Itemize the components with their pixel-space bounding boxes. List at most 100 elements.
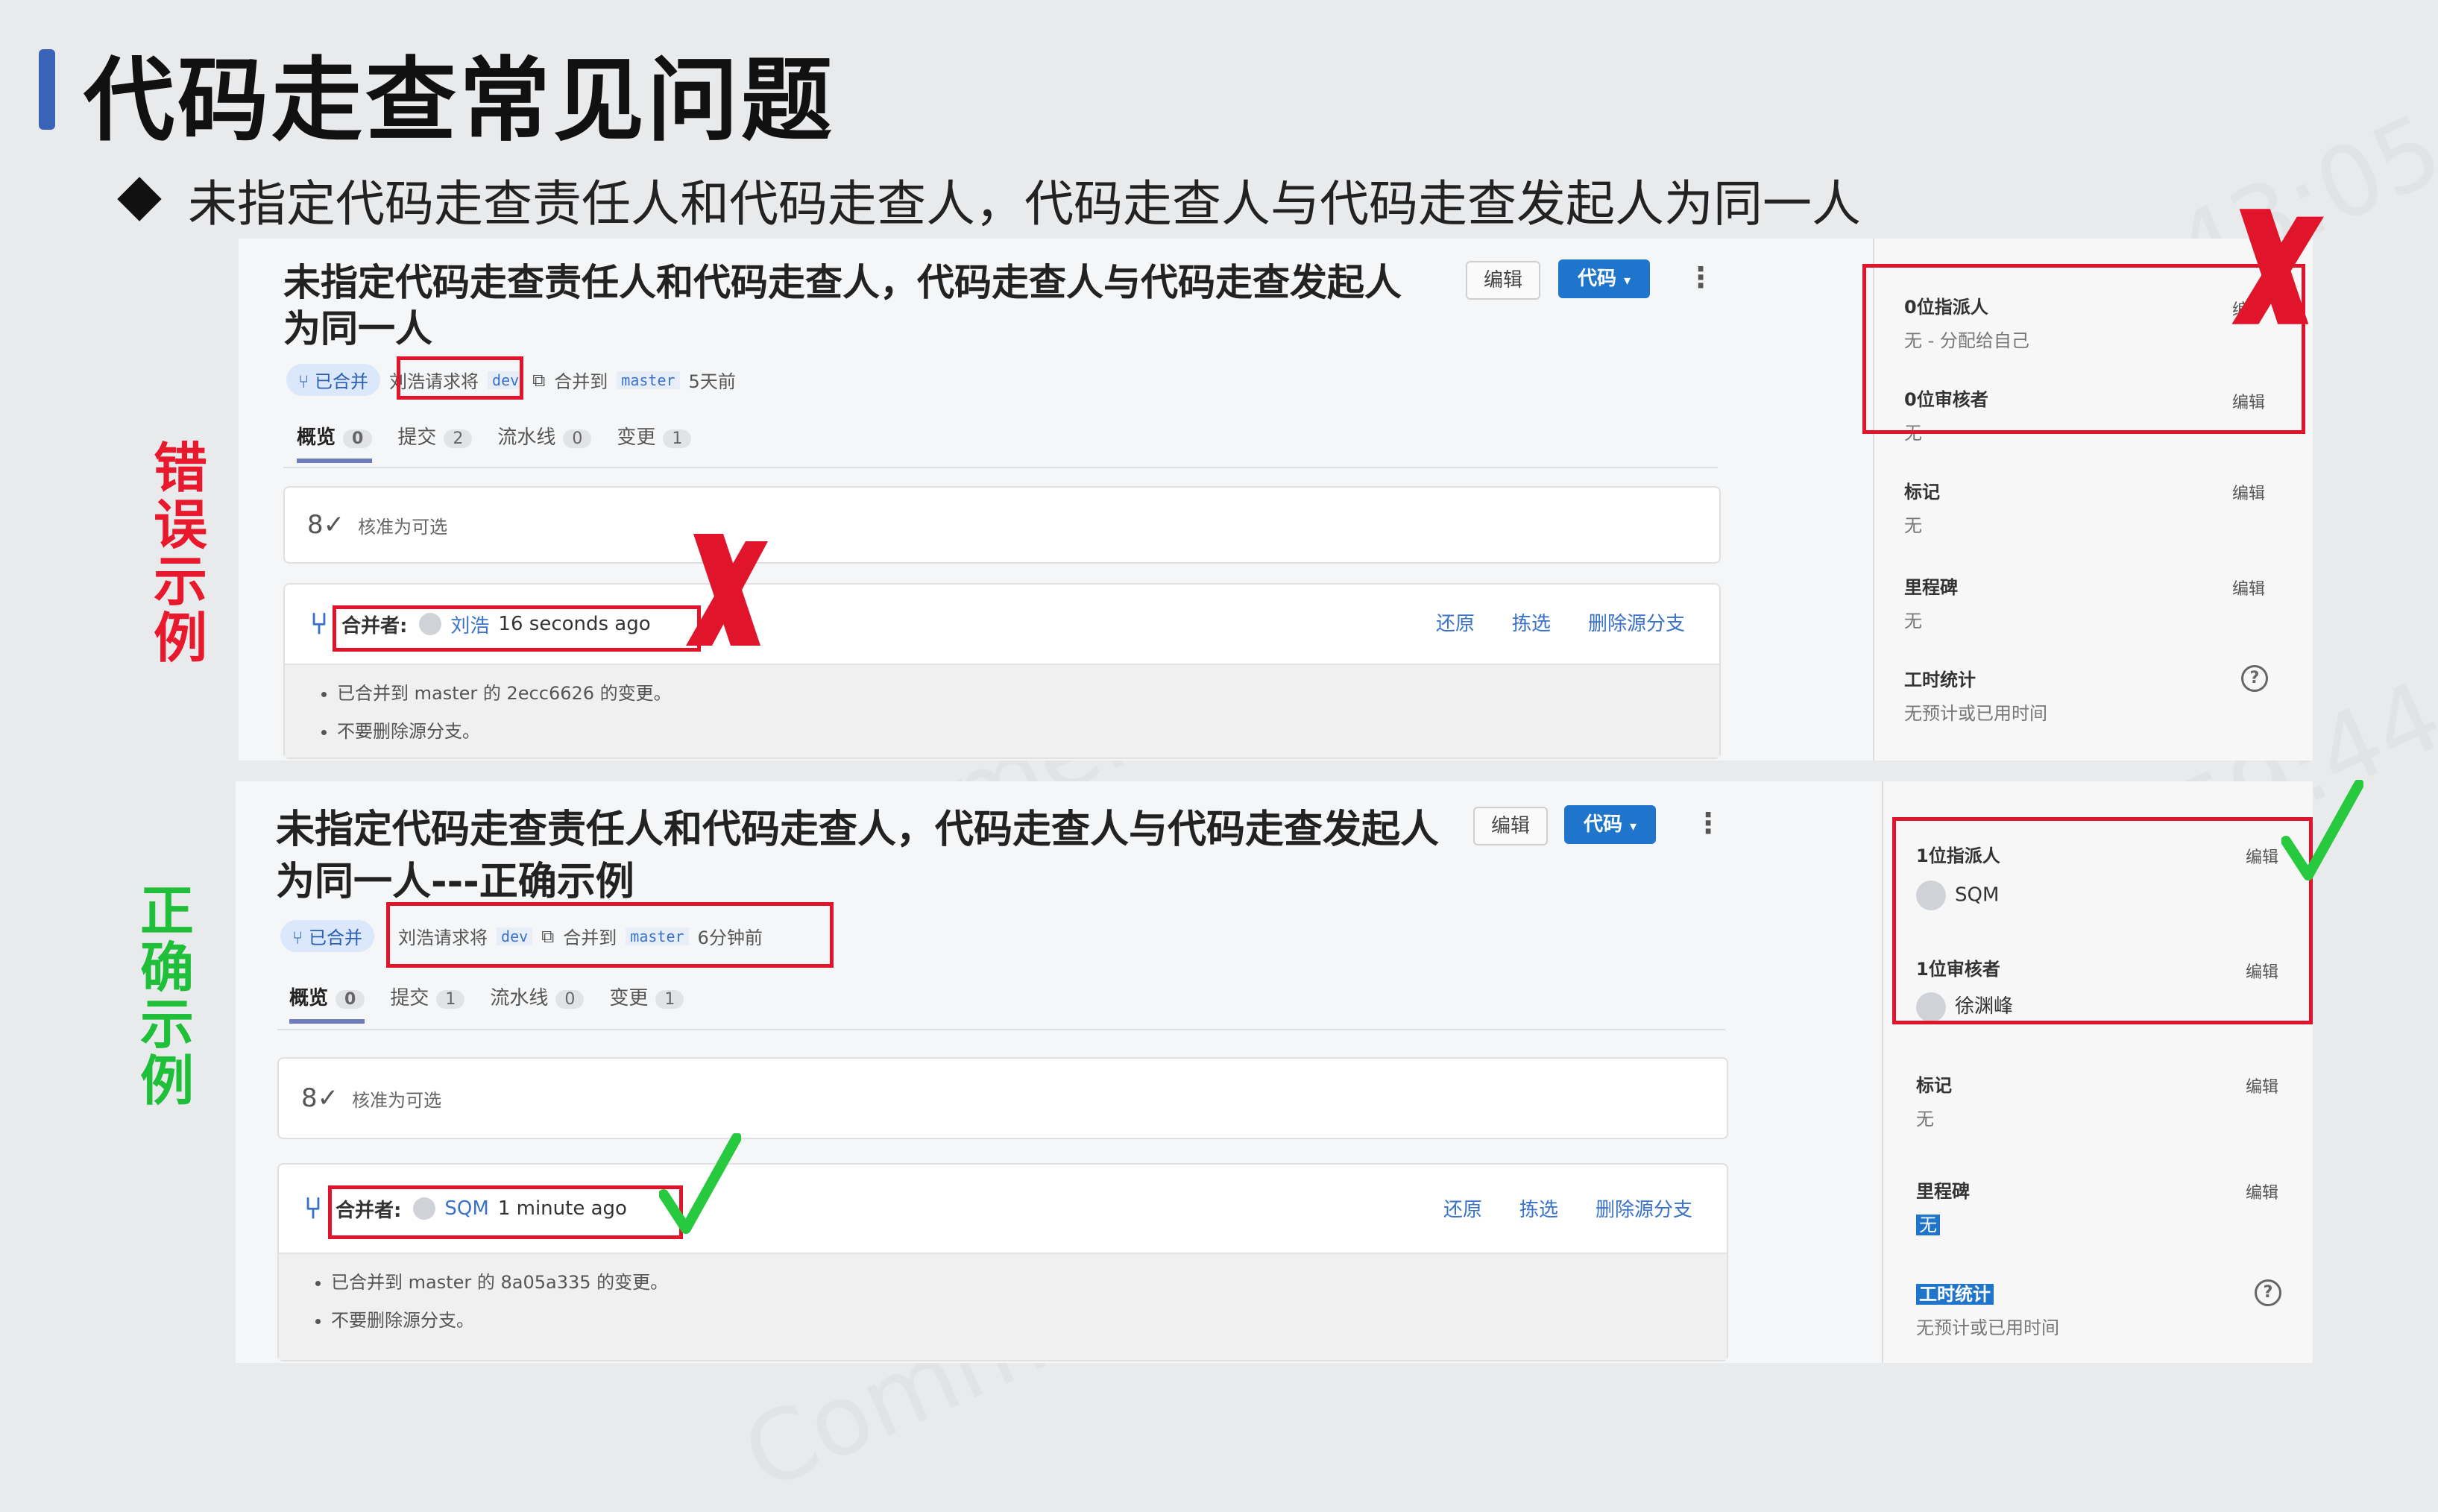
merge-note: 不要删除源分支。 bbox=[337, 716, 1719, 743]
slide-title: 代码走查常见问题 bbox=[84, 48, 835, 154]
tab-changes[interactable]: 变更 1 bbox=[609, 983, 684, 1024]
status-text: 已合并 bbox=[315, 371, 369, 392]
labels-value: 无 bbox=[1916, 1109, 1934, 1130]
tab-pipelines[interactable]: 流水线 0 bbox=[490, 983, 585, 1024]
wrong-code-button[interactable]: 代码 ▾ bbox=[1558, 259, 1651, 298]
copy-icon[interactable]: ⧉ bbox=[532, 370, 545, 391]
tab-label: 提交 bbox=[390, 987, 429, 1009]
green-check-icon bbox=[659, 1133, 741, 1234]
code-button-label: 代码 bbox=[1578, 268, 1617, 290]
milestone-edit-link[interactable]: 编辑 bbox=[2232, 576, 2265, 599]
labels-section: 标记 无 bbox=[1916, 1071, 1952, 1130]
highlight-box bbox=[386, 902, 834, 968]
tab-overview[interactable]: 概览 0 bbox=[297, 422, 373, 463]
highlight-box bbox=[328, 1185, 683, 1239]
right-code-button[interactable]: 代码 ▾ bbox=[1564, 805, 1657, 844]
tab-label: 流水线 bbox=[497, 426, 556, 449]
labels-edit-link[interactable]: 编辑 bbox=[2232, 480, 2265, 504]
tab-count: 1 bbox=[436, 990, 465, 1009]
milestone-value-text: 无 bbox=[1916, 1215, 1940, 1235]
merge-note: 已合并到 master 的 2ecc6626 的变更。 bbox=[337, 678, 1719, 705]
right-mr-title: 未指定代码走查责任人和代码走查人，代码走查人与代码走查发起人为同一人---正确示… bbox=[276, 807, 1440, 904]
tab-commits[interactable]: 提交 1 bbox=[390, 983, 465, 1024]
tab-overview[interactable]: 概览 0 bbox=[289, 983, 365, 1024]
highlight-box bbox=[1892, 817, 2313, 1024]
merge-widget-body: 已合并到 master 的 2ecc6626 的变更。 不要删除源分支。 bbox=[285, 664, 1719, 757]
delete-source-branch-button[interactable]: 删除源分支 bbox=[1588, 608, 1685, 636]
tab-label: 变更 bbox=[609, 987, 649, 1009]
time-tracking-value: 无预计或已用时间 bbox=[1904, 703, 2047, 724]
merge-note: 不要删除源分支。 bbox=[331, 1305, 1727, 1332]
approvers-icon: 8✓ bbox=[301, 1083, 339, 1113]
bullet-text: 未指定代码走查责任人和代码走查人，代码走查人与代码走查发起人为同一人 bbox=[188, 175, 1861, 233]
tab-count: 0 bbox=[563, 429, 592, 448]
merge-note: 已合并到 master 的 8a05a335 的变更。 bbox=[331, 1267, 1727, 1294]
labels-section: 标记 无 bbox=[1904, 477, 1940, 537]
cherry-pick-button[interactable]: 拣选 bbox=[1519, 1194, 1558, 1222]
right-approval-box: 8✓ 核准为可选 bbox=[277, 1057, 1728, 1139]
highlight-box bbox=[333, 605, 701, 652]
mr-time: 5天前 bbox=[688, 371, 736, 392]
tab-count: 0 bbox=[555, 990, 585, 1009]
labels-value: 无 bbox=[1904, 515, 1922, 536]
tab-label: 概览 bbox=[289, 987, 329, 1009]
tabs-divider bbox=[283, 467, 1718, 468]
tab-commits[interactable]: 提交 2 bbox=[397, 422, 473, 463]
milestone-value: 无 bbox=[1904, 611, 1922, 631]
status-text: 已合并 bbox=[309, 927, 363, 948]
red-x-icon bbox=[2231, 209, 2324, 324]
cherry-pick-button[interactable]: 拣选 bbox=[1512, 608, 1551, 636]
milestone-section: 里程碑 无 bbox=[1904, 573, 1958, 632]
tab-count: 1 bbox=[663, 429, 692, 448]
time-tracking-section: 工时统计 无预计或已用时间 bbox=[1916, 1279, 2059, 1339]
milestone-edit-link[interactable]: 编辑 bbox=[2246, 1179, 2278, 1203]
merge-into-text: 合并到 bbox=[554, 371, 608, 392]
tab-pipelines[interactable]: 流水线 0 bbox=[497, 422, 592, 463]
merged-status-badge: ⑂ 已合并 bbox=[286, 364, 381, 396]
wrong-edit-button[interactable]: 编辑 bbox=[1466, 261, 1541, 300]
kebab-menu-icon[interactable]: ⋮ bbox=[1686, 261, 1715, 294]
tab-changes[interactable]: 变更 1 bbox=[617, 422, 692, 463]
tab-count: 0 bbox=[336, 990, 365, 1009]
merge-actions: 还原 拣选 删除源分支 bbox=[1436, 608, 1685, 636]
milestone-value: 无 bbox=[1916, 1210, 1970, 1236]
labels-edit-link[interactable]: 编辑 bbox=[2246, 1074, 2278, 1097]
time-tracking-heading: 工时统计 bbox=[1904, 670, 1976, 690]
revert-button[interactable]: 还原 bbox=[1443, 1194, 1482, 1222]
right-tabs: 概览 0 提交 1 流水线 0 变更 1 bbox=[289, 983, 684, 1024]
milestone-section: 里程碑 无 bbox=[1916, 1176, 1970, 1236]
merge-actions: 还原 拣选 删除源分支 bbox=[1443, 1194, 1692, 1222]
tabs-divider bbox=[277, 1029, 1725, 1030]
labels-heading: 标记 bbox=[1904, 482, 1940, 503]
labels-heading: 标记 bbox=[1916, 1075, 1952, 1096]
merge-widget-body: 已合并到 master 的 8a05a335 的变更。 不要删除源分支。 bbox=[279, 1253, 1727, 1360]
merged-status-badge: ⑂ 已合并 bbox=[280, 920, 375, 952]
help-icon[interactable]: ? bbox=[2241, 665, 2268, 692]
target-branch[interactable]: master bbox=[617, 371, 680, 389]
tab-count: 0 bbox=[343, 429, 373, 448]
code-button-label: 代码 bbox=[1584, 813, 1623, 836]
chevron-down-icon: ▾ bbox=[1624, 273, 1631, 289]
tab-label: 流水线 bbox=[490, 987, 549, 1009]
red-x-icon bbox=[686, 534, 768, 646]
right-edit-button[interactable]: 编辑 bbox=[1473, 807, 1549, 845]
tab-count: 2 bbox=[444, 429, 473, 448]
chevron-down-icon: ▾ bbox=[1630, 819, 1637, 834]
merge-icon: ⑂ bbox=[304, 1191, 322, 1226]
approval-text: 核准为可选 bbox=[358, 516, 448, 538]
wrong-approval-box: 8✓ 核准为可选 bbox=[283, 486, 1721, 564]
delete-source-branch-button[interactable]: 删除源分支 bbox=[1596, 1194, 1692, 1222]
tab-label: 变更 bbox=[617, 426, 656, 449]
approval-text: 核准为可选 bbox=[352, 1089, 442, 1111]
time-tracking-value: 无预计或已用时间 bbox=[1916, 1317, 2059, 1338]
title-accent-bar bbox=[39, 49, 55, 130]
tab-label: 提交 bbox=[397, 426, 437, 449]
wrong-tabs: 概览 0 提交 2 流水线 0 变更 1 bbox=[297, 422, 692, 463]
revert-button[interactable]: 还原 bbox=[1436, 608, 1475, 636]
tab-label: 概览 bbox=[297, 426, 336, 449]
help-icon[interactable]: ? bbox=[2255, 1279, 2281, 1306]
approvers-icon: 8✓ bbox=[307, 510, 345, 540]
bullet-point: 未指定代码走查责任人和代码走查人，代码走查人与代码走查发起人为同一人 bbox=[117, 164, 1861, 236]
time-tracking-section: 工时统计 无预计或已用时间 bbox=[1904, 665, 2047, 725]
kebab-menu-icon[interactable]: ⋮ bbox=[1694, 807, 1722, 840]
